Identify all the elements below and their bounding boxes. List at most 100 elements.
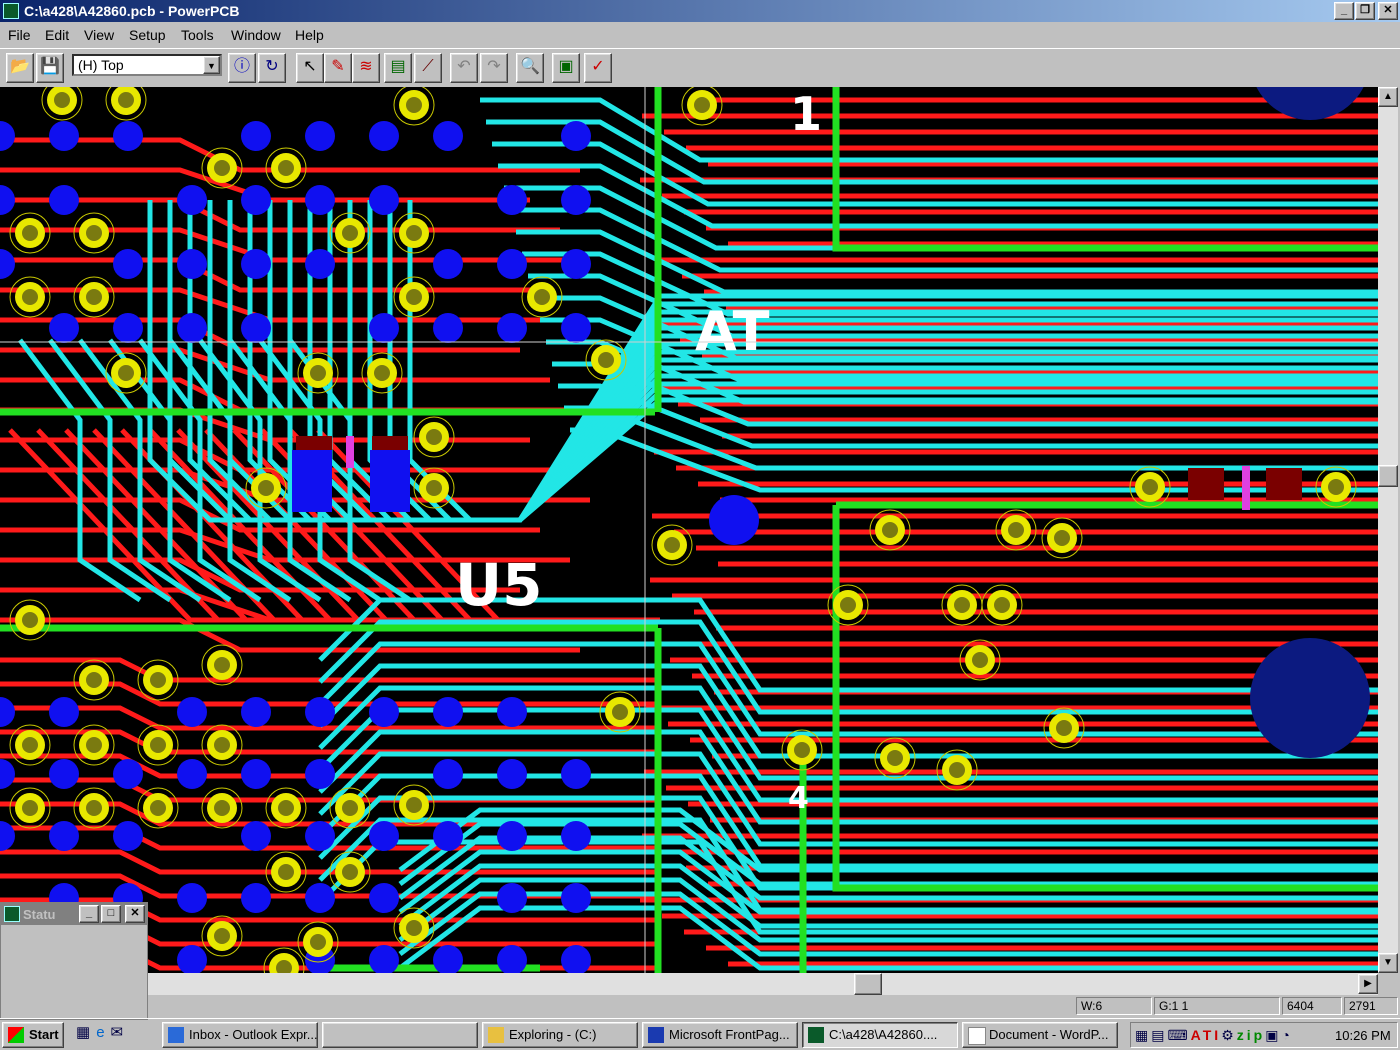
- show-desktop-icon[interactable]: ▦: [76, 1024, 96, 1041]
- chevron-down-icon[interactable]: ▼: [203, 56, 220, 74]
- horizontal-scroll-thumb[interactable]: [854, 973, 882, 995]
- pad-drill-hole: [22, 225, 38, 241]
- pad-drill-hole: [426, 480, 442, 496]
- pad-drill-hole: [1142, 479, 1158, 495]
- task-inbox-outlook[interactable]: Inbox - Outlook Expr...: [162, 1022, 318, 1048]
- minimize-button[interactable]: _: [1334, 2, 1354, 20]
- via: [497, 821, 527, 851]
- pcb-drawing: 1 AT 4 U5: [0, 87, 1378, 973]
- pad-drill-hole: [406, 920, 422, 936]
- pad-drill-hole: [214, 928, 230, 944]
- pad-drill-hole: [214, 160, 230, 176]
- start-label: Start: [29, 1027, 59, 1042]
- bottom-trace: [570, 427, 1378, 493]
- restore-button[interactable]: ❐: [1355, 2, 1375, 20]
- menu-bar: File Edit View Setup Tools Window Help: [0, 22, 1400, 48]
- status-width: W:6: [1076, 997, 1152, 1015]
- vertical-scroll-thumb[interactable]: [1378, 465, 1398, 487]
- pad-drill-hole: [534, 289, 550, 305]
- via: [497, 697, 527, 727]
- via: [241, 249, 271, 279]
- via: [369, 121, 399, 151]
- via: [305, 883, 335, 913]
- via: [305, 185, 335, 215]
- pad-drill-hole: [374, 365, 390, 381]
- via: [241, 313, 271, 343]
- status-maximize-button[interactable]: □: [101, 905, 121, 923]
- task-label: Inbox - Outlook Expr...: [189, 1027, 318, 1042]
- title-bar: C:\a428\A42860.pcb - PowerPCB _ ❐ ✕: [0, 0, 1400, 22]
- pad-drill-hole: [994, 597, 1010, 613]
- menu-file[interactable]: File: [8, 27, 31, 43]
- vertical-scrollbar[interactable]: ▲ ▼: [1378, 87, 1398, 973]
- via: [305, 249, 335, 279]
- status-window[interactable]: Statu _ □ ✕: [0, 902, 148, 1020]
- redraw-icon[interactable]: ↻: [258, 53, 286, 83]
- internet-explorer-icon[interactable]: e: [96, 1024, 110, 1041]
- menu-window[interactable]: Window: [231, 27, 281, 43]
- menu-setup[interactable]: Setup: [129, 27, 166, 43]
- redo-icon[interactable]: ↷: [480, 53, 508, 83]
- verify-design-icon[interactable]: ✓: [584, 53, 612, 83]
- via: [305, 759, 335, 789]
- pad-drill-hole: [1056, 720, 1072, 736]
- open-folder-icon[interactable]: 📂: [6, 53, 34, 83]
- status-minimize-button[interactable]: _: [79, 905, 99, 923]
- menu-help[interactable]: Help: [295, 27, 324, 43]
- task-frontpage[interactable]: Microsoft FrontPag...: [642, 1022, 798, 1048]
- via: [369, 883, 399, 913]
- via: [177, 759, 207, 789]
- scroll-down-icon[interactable]: ▼: [1378, 953, 1398, 973]
- status-y-coordinate: 2791: [1344, 997, 1398, 1015]
- task-powerpcb[interactable]: C:\a428\A42860....: [802, 1022, 958, 1048]
- undo-icon[interactable]: ↶: [450, 53, 478, 83]
- design-toolbar-icon[interactable]: ✎: [324, 53, 352, 83]
- pad-drill-hole: [664, 537, 680, 553]
- via: [113, 121, 143, 151]
- silkscreen-ref-1: 1: [790, 87, 822, 141]
- pcb-canvas[interactable]: 1 AT 4 U5: [0, 87, 1378, 973]
- layer-select[interactable]: (H) Top ▼: [72, 54, 222, 76]
- save-icon[interactable]: 💾: [36, 53, 64, 83]
- pad-drill-hole: [310, 934, 326, 950]
- tray-icons[interactable]: ▦▤⌨ATI⚙zip▣◔: [1135, 1027, 1293, 1044]
- drafting-toolbar-icon[interactable]: ▤: [384, 53, 412, 83]
- start-button[interactable]: Start: [2, 1022, 64, 1048]
- via: [497, 249, 527, 279]
- via: [433, 121, 463, 151]
- task-blank[interactable]: [322, 1022, 478, 1048]
- via: [177, 185, 207, 215]
- zoom-icon[interactable]: 🔍: [516, 53, 544, 83]
- pad-drill-hole: [342, 225, 358, 241]
- via: [433, 697, 463, 727]
- pad-drill-hole: [1008, 522, 1024, 538]
- via: [241, 185, 271, 215]
- outlook-express-icon[interactable]: ✉: [111, 1024, 130, 1041]
- top-trace: [0, 437, 560, 473]
- via: [177, 883, 207, 913]
- select-arrow-icon[interactable]: ↖: [296, 53, 324, 83]
- cam-icon[interactable]: ▣: [552, 53, 580, 83]
- wordperfect-icon: [968, 1027, 986, 1045]
- via: [49, 313, 79, 343]
- horizontal-scrollbar[interactable]: ▶: [148, 973, 1378, 995]
- info-icon[interactable]: ⓘ: [228, 53, 256, 83]
- scroll-right-icon[interactable]: ▶: [1358, 974, 1378, 994]
- pad-drill-hole: [86, 225, 102, 241]
- menu-view[interactable]: View: [84, 27, 114, 43]
- menu-tools[interactable]: Tools: [181, 27, 214, 43]
- scroll-up-icon[interactable]: ▲: [1378, 87, 1398, 107]
- status-window-caption[interactable]: Statu _ □ ✕: [1, 903, 147, 925]
- ecos-toolbar-icon[interactable]: ≋: [352, 53, 380, 83]
- via: [369, 313, 399, 343]
- task-wordperfect[interactable]: Document - WordP...: [962, 1022, 1118, 1048]
- status-close-button[interactable]: ✕: [125, 905, 145, 923]
- pad-drill-hole: [118, 365, 134, 381]
- menu-edit[interactable]: Edit: [45, 27, 69, 43]
- close-button[interactable]: ✕: [1378, 2, 1398, 20]
- via: [177, 249, 207, 279]
- task-exploring[interactable]: Exploring - (C:): [482, 1022, 638, 1048]
- powerpcb-app-icon: [808, 1027, 824, 1043]
- dimension-icon[interactable]: ⟋: [414, 53, 442, 83]
- via: [709, 495, 759, 545]
